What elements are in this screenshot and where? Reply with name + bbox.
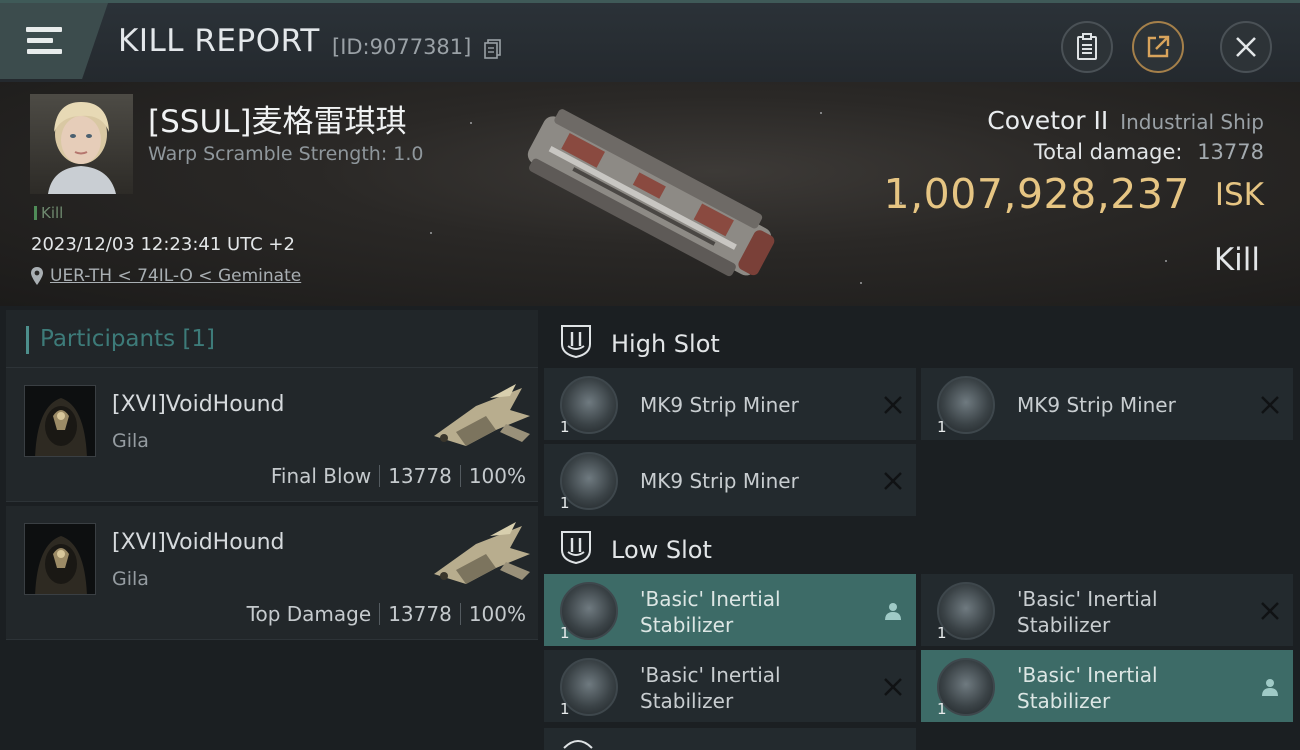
participant-stats: Top Damage 13778 100% [247, 602, 526, 626]
kill-datetime: 2023/12/03 12:23:41 UTC +2 [31, 234, 295, 255]
kill-summary-banner: [SSUL]麦格雷琪琪 Warp Scramble Strength: 1.0 … [0, 82, 1300, 306]
ship-name-text: Covetor II [987, 106, 1109, 135]
participants-accent-bar [26, 326, 29, 354]
destroyed-icon [1261, 602, 1279, 620]
participants-panel: Participants [1] [XVI]VoidHound Gila Fin… [0, 306, 540, 750]
stat-divider [379, 465, 381, 487]
module-name: 'Basic' Inertial Stabilizer [1017, 663, 1158, 713]
menu-button[interactable] [0, 3, 108, 79]
kill-tag: Kill [34, 204, 63, 222]
module-name: MK9 Strip Miner [1017, 393, 1176, 417]
menu-icon [26, 27, 62, 55]
module-name: 'Basic' Inertial Stabilizer [1017, 587, 1158, 637]
participant-stats: Final Blow 13778 100% [271, 464, 526, 488]
participant-role: Top Damage [246, 602, 372, 626]
module-item[interactable]: 1 MK9 Strip Miner [544, 368, 916, 440]
title-bar: KILL REPORT [ID:9077381] [0, 0, 1300, 82]
victim-pilot-name[interactable]: [SSUL]麦格雷琪琪 [148, 96, 407, 141]
total-damage: Total damage: 13778 [1034, 140, 1264, 164]
dropped-person-icon [885, 603, 901, 620]
total-damage-label: Total damage: [1033, 140, 1183, 164]
participant-ship: Gila [112, 568, 149, 590]
participant-avatar[interactable] [24, 523, 96, 595]
module-name: MK9 Strip Miner [640, 393, 799, 417]
participants-header: Participants [1] [6, 310, 538, 368]
participant-card[interactable]: [XVI]VoidHound Gila Final Blow 13778 100… [6, 368, 538, 502]
participant-role: Final Blow [270, 464, 372, 488]
fitting-panel: High Slot 1 MK9 Strip Miner 1 MK9 Strip … [540, 306, 1300, 750]
close-icon [1236, 37, 1256, 57]
location-pin-icon [31, 267, 43, 285]
module-item[interactable]: 1 'Basic' Inertial Stabilizer [921, 574, 1293, 646]
next-slot-header-partial [544, 728, 916, 750]
high-slot-label: High Slot [611, 330, 720, 358]
module-quantity: 1 [560, 624, 570, 642]
low-slot-header: Low Slot [540, 518, 1300, 574]
module-quantity: 1 [560, 418, 570, 436]
module-quantity: 1 [560, 494, 570, 512]
stat-divider [459, 465, 461, 487]
victim-ship-name[interactable]: Covetor II Industrial Ship [987, 106, 1264, 135]
participant-name[interactable]: [XVI]VoidHound [112, 530, 285, 555]
report-id: [ID:9077381] [332, 35, 472, 59]
module-quantity: 1 [937, 624, 947, 642]
stat-divider [459, 603, 461, 625]
participant-name[interactable]: [XVI]VoidHound [112, 392, 285, 417]
module-item[interactable]: 1 'Basic' Inertial Stabilizer [544, 650, 916, 722]
module-name: 'Basic' Inertial Stabilizer [640, 587, 781, 637]
participant-percent: 100% [468, 602, 526, 626]
slot-icon [563, 740, 593, 749]
pilot-portrait-image [48, 102, 116, 194]
low-slot-icon [561, 531, 591, 564]
participant-ship-image [434, 384, 530, 446]
module-item[interactable]: 1 MK9 Strip Miner [921, 368, 1293, 440]
victim-ship-image [527, 109, 775, 277]
share-icon [1147, 35, 1170, 58]
module-quantity: 1 [937, 418, 947, 436]
stat-divider [379, 603, 381, 625]
participant-percent: 100% [468, 464, 526, 488]
page-title: KILL REPORT [118, 23, 320, 59]
participant-damage: 13778 [388, 464, 452, 488]
participant-ship: Gila [112, 430, 149, 452]
warp-scramble-strength: Warp Scramble Strength: 1.0 [148, 143, 424, 165]
module-item[interactable]: 1 MK9 Strip Miner [544, 444, 916, 516]
high-slot-header: High Slot [540, 312, 1300, 368]
clipboard-icon [1077, 33, 1097, 60]
helmet-portrait-icon [35, 536, 87, 594]
module-quantity: 1 [560, 700, 570, 718]
total-damage-value: 13778 [1197, 140, 1264, 164]
close-button[interactable] [1220, 21, 1272, 73]
clipboard-button[interactable] [1061, 21, 1113, 73]
isk-value: 1,007,928,237 [883, 170, 1190, 218]
share-button[interactable] [1132, 21, 1184, 73]
destroyed-icon [1261, 396, 1279, 414]
result-label: Kill [1213, 242, 1260, 278]
low-slot-label: Low Slot [611, 536, 712, 564]
participant-avatar[interactable] [24, 385, 96, 457]
module-item[interactable]: 1 'Basic' Inertial Stabilizer [921, 650, 1293, 722]
destroyed-icon [884, 472, 902, 490]
participant-ship-image [434, 522, 530, 584]
dropped-person-icon [1262, 679, 1278, 696]
victim-portrait[interactable] [30, 94, 133, 194]
participant-damage: 13778 [388, 602, 452, 626]
kill-tag-label: Kill [41, 204, 64, 222]
module-name: 'Basic' Inertial Stabilizer [640, 663, 781, 713]
module-quantity: 1 [937, 700, 947, 718]
module-item[interactable]: 1 'Basic' Inertial Stabilizer [544, 574, 916, 646]
copy-icon[interactable] [484, 39, 502, 59]
isk-unit: ISK [1214, 177, 1264, 213]
helmet-portrait-icon [35, 398, 87, 456]
module-name: MK9 Strip Miner [640, 469, 799, 493]
kill-location-link[interactable]: UER-TH < 74IL-O < Geminate [30, 266, 301, 286]
participant-card[interactable]: [XVI]VoidHound Gila Top Damage 13778 100… [6, 506, 538, 640]
high-slot-icon [561, 325, 591, 358]
location-text: UER-TH < 74IL-O < Geminate [50, 266, 302, 286]
ship-class-text: Industrial Ship [1120, 110, 1264, 134]
participants-title: Participants [1] [40, 326, 215, 352]
destroyed-icon [884, 678, 902, 696]
destroyed-icon [884, 396, 902, 414]
